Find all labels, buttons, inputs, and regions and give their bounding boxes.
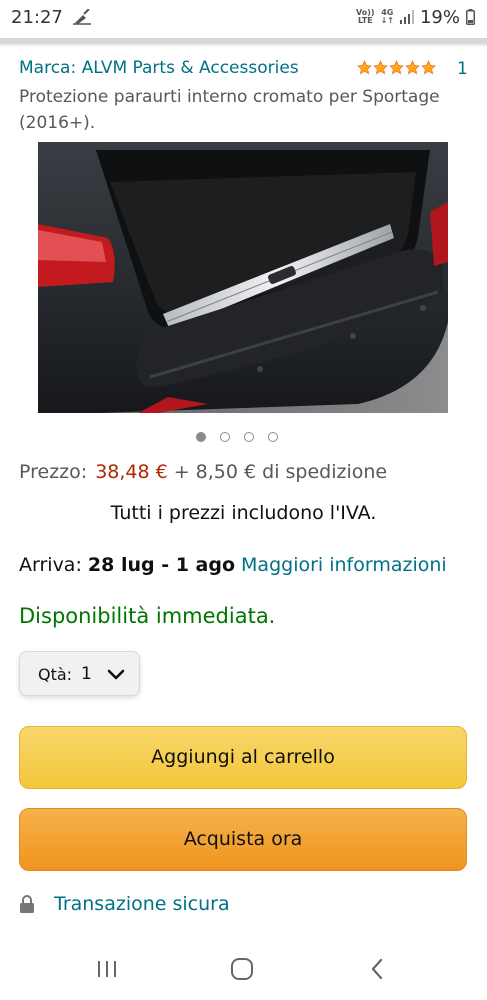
delivery-date: 28 lug - 1 ago (87, 554, 236, 576)
brand-link[interactable]: Marca: ALVM Parts & Accessories (19, 58, 299, 78)
star-icon (389, 60, 404, 75)
back-icon[interactable] (369, 958, 385, 980)
quantity-select[interactable]: Qtà: 1 (19, 651, 140, 696)
battery-icon (466, 9, 475, 25)
price-value: 38,48 € (95, 461, 168, 483)
carousel-dot[interactable] (268, 432, 278, 442)
carousel-dot[interactable] (244, 432, 254, 442)
delivery-label: Arriva: (19, 554, 82, 576)
chevron-down-icon (107, 669, 125, 680)
carousel-dot[interactable] (196, 432, 206, 442)
vat-note: Tutti i prezzi includono l'IVA. (110, 502, 377, 524)
quantity-label: Qtà: (38, 665, 73, 684)
volte-line2: LTE (357, 16, 373, 25)
signal-icon (399, 10, 414, 24)
secure-transaction-link[interactable]: Transazione sicura (54, 893, 230, 915)
volte-indicator: Vo)) LTE (356, 9, 375, 25)
more-info-link[interactable]: Maggiori informazioni (241, 554, 447, 576)
quantity-value: 1 (81, 664, 92, 684)
product-title: Protezione paraurti interno cromato per … (19, 87, 440, 133)
battery-percent: 19% (419, 6, 460, 28)
price-row: Prezzo: 38,48 € + 8,50 € di spedizione (19, 461, 387, 483)
home-icon[interactable] (230, 957, 254, 981)
status-indicators: Vo)) LTE 4G ↓↑ 19% (356, 6, 475, 28)
rating-count[interactable]: 1 (457, 59, 468, 79)
rating-stars[interactable] (357, 60, 436, 75)
recent-apps-icon[interactable] (96, 959, 118, 979)
price-label: Prezzo: (19, 461, 88, 483)
shipping-cost: + 8,50 € di spedizione (173, 461, 388, 483)
star-icon (405, 60, 420, 75)
status-bar: 21:27 Vo)) LTE 4G ↓↑ 19% (0, 0, 487, 36)
star-icon (357, 60, 372, 75)
availability-status: Disponibilità immediata. (19, 604, 276, 628)
delivery-row: Arriva: 28 lug - 1 ago Maggiori informazi… (19, 554, 447, 576)
lock-icon (20, 895, 34, 913)
buy-now-button[interactable]: Acquista ora (19, 808, 467, 871)
top-divider-shadow (0, 44, 487, 46)
carousel-dot[interactable] (220, 432, 230, 442)
product-image[interactable] (38, 142, 448, 413)
add-to-cart-button[interactable]: Aggiungi al carrello (19, 726, 467, 789)
broom-notification-icon (73, 9, 91, 25)
status-time: 21:27 (11, 7, 63, 28)
brand-row: Marca: ALVM Parts & Accessories 1 (19, 58, 469, 82)
star-icon (421, 60, 436, 75)
network-indicator: 4G ↓↑ (381, 9, 394, 25)
star-icon (373, 60, 388, 75)
data-arrows-icon: ↓↑ (380, 16, 394, 25)
image-carousel-dots[interactable] (196, 432, 278, 442)
system-nav-bar (0, 940, 487, 1000)
